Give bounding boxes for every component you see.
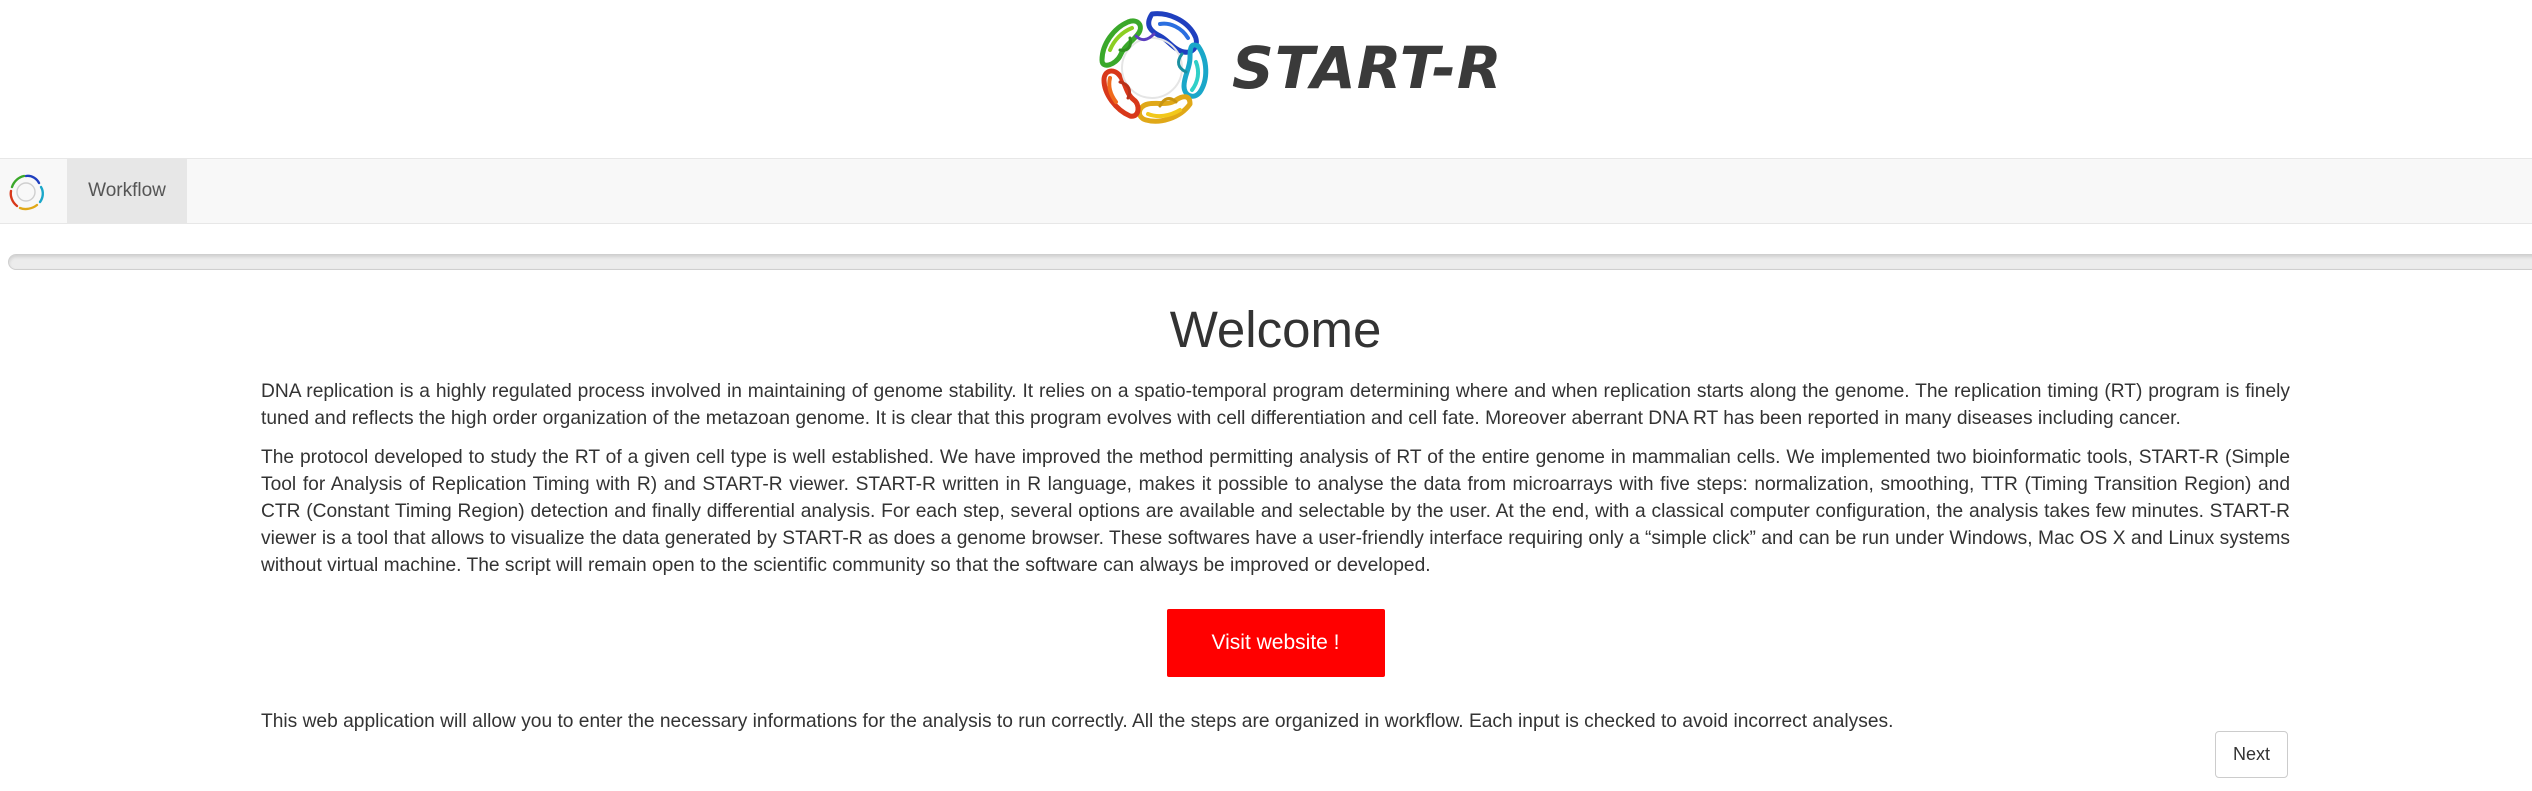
next-button[interactable]: Next [2215, 731, 2288, 778]
app-header: START-R [0, 0, 2532, 158]
visit-row: Visit website ! [261, 609, 2290, 677]
intro-paragraph-1: DNA replication is a highly regulated pr… [261, 381, 2290, 429]
intro-paragraph-2: The protocol developed to study the RT o… [261, 447, 2290, 576]
navbar: Workflow [0, 158, 2532, 224]
intro-paragraph-3: This web application will allow you to e… [261, 711, 1894, 732]
app-title: START-R [1232, 34, 1503, 102]
welcome-panel: Welcome DNA replication is a highly regu… [261, 290, 2290, 735]
workflow-progress-bar [8, 254, 2532, 270]
page-title: Welcome [1169, 301, 1382, 358]
start-r-logo: START-R [1090, 6, 1503, 130]
protein-ring-logo-icon [1099, 11, 1209, 124]
tab-workflow[interactable]: Workflow [67, 159, 187, 223]
visit-website-button[interactable]: Visit website ! [1166, 609, 1385, 677]
protein-ring-brand-icon[interactable] [6, 173, 46, 211]
